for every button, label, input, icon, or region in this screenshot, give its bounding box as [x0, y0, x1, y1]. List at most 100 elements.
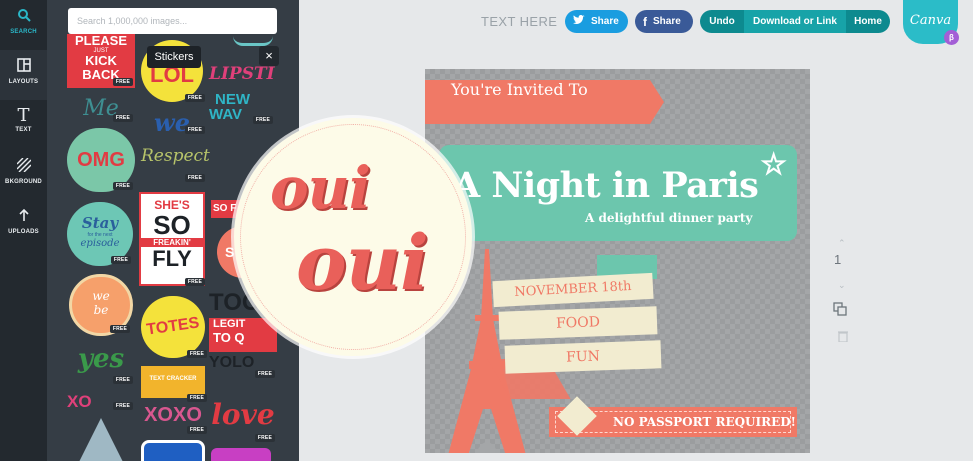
preview-word-2: oui	[296, 218, 429, 307]
free-badge: FREE	[112, 182, 133, 190]
sticker-so-word: SO	[153, 210, 191, 240]
sticker-yolo[interactable]: YOLO FREE	[209, 354, 277, 378]
facebook-share-label: Share	[653, 16, 681, 27]
free-badge: FREE	[110, 256, 131, 264]
sticker-lipstick-text: LIPSTI	[209, 64, 275, 84]
nav-background[interactable]: BKGROUND	[0, 150, 47, 200]
sticker-new-word: NEW	[215, 91, 250, 108]
sticker-xoxo[interactable]: XOXO FREE	[141, 404, 207, 434]
sticker-to-q-word: TO Q	[213, 330, 245, 345]
preview-word-1: oui	[270, 154, 371, 222]
sticker-yes-text: yes	[77, 344, 125, 374]
text-icon: T	[17, 105, 30, 126]
free-badge: FREE	[186, 394, 207, 402]
upload-arrow-icon	[0, 208, 47, 226]
search-icon	[0, 8, 47, 26]
free-badge: FREE	[112, 376, 133, 384]
twitter-bird-icon	[573, 15, 585, 28]
free-badge: FREE	[112, 114, 133, 122]
sticker-please-kick-back[interactable]: PLEASE JUST KICK BACK FREE	[67, 34, 135, 88]
sticker-we-belong-be: be	[93, 303, 109, 317]
sticker-love[interactable]: love FREE	[209, 384, 277, 444]
facebook-share-button[interactable]: f Share	[635, 10, 693, 33]
sticker-yes[interactable]: yes FREE	[67, 344, 135, 384]
free-badge: FREE	[254, 434, 275, 442]
sticker-respect-text: Respect	[141, 146, 210, 166]
nav-text[interactable]: T TEXT	[0, 100, 47, 150]
text-here-label[interactable]: TEXT HERE	[481, 14, 557, 29]
free-badge: FREE	[112, 78, 133, 86]
nav-background-label: BKGROUND	[5, 179, 42, 185]
free-badge: FREE	[184, 278, 205, 286]
nav-layouts-label: LAYOUTS	[8, 79, 39, 85]
canva-logo-text: Canva	[909, 13, 952, 28]
oui-oui-sticker-preview[interactable]: oui oui	[234, 118, 472, 356]
twitter-share-button[interactable]: Share	[565, 10, 628, 33]
home-label: Home	[854, 16, 882, 27]
free-badge: FREE	[186, 426, 207, 434]
undo-button[interactable]: Undo	[700, 10, 744, 33]
sticker-we[interactable]: we FREE	[141, 108, 205, 137]
nav-uploads-label: UPLOADS	[8, 229, 39, 235]
stickers-tooltip: Stickers	[147, 46, 201, 68]
nav-layouts[interactable]: LAYOUTS	[0, 50, 47, 100]
sticker-blue-badge[interactable]	[141, 440, 205, 461]
sticker-we-belong[interactable]: we be FREE	[69, 274, 133, 336]
sticker-legit[interactable]: LEGIT TO Q	[209, 318, 277, 352]
sticker-xoxo-text: XOXO	[144, 404, 202, 426]
image-search-input[interactable]	[68, 8, 277, 34]
facebook-icon: f	[643, 14, 647, 29]
twitter-share-label: Share	[591, 16, 619, 27]
canva-editor: SEARCH LAYOUTS T TEXT BKGROUND UPLOADS S…	[0, 0, 973, 461]
sticker-please-word: PLEASE	[74, 33, 127, 48]
fun-banner[interactable]: FUN	[504, 340, 662, 374]
sticker-shes-so-fly[interactable]: SHE'S SO FREAKIN' FLY FREE	[139, 192, 205, 286]
sticker-stay-word: Stay	[81, 214, 119, 232]
sticker-omg[interactable]: OMG FREE	[67, 128, 135, 192]
script-blue-stroke	[233, 36, 273, 46]
move-down-icon[interactable]: ⌄	[838, 280, 848, 290]
free-badge: FREE	[252, 116, 273, 124]
sticker-new-wave[interactable]: NEW WAV FREE	[209, 92, 277, 126]
sticker-me[interactable]: Me FREE	[67, 96, 135, 122]
design-page[interactable]: You're Invited To ★ A Night in Paris A d…	[425, 69, 810, 453]
sticker-purple[interactable]	[211, 448, 271, 461]
download-link-button[interactable]: Download or Link	[744, 10, 846, 33]
sticker-fly-word: FLY	[152, 246, 192, 271]
sticker-respect[interactable]: Respect FREE	[141, 140, 210, 184]
sticker-text-cracker[interactable]: TEXT CRACKER FREE	[141, 366, 207, 402]
star-icon[interactable]: ★	[761, 148, 786, 180]
free-badge: FREE	[184, 94, 205, 102]
nav-search-label: SEARCH	[10, 29, 37, 35]
sticker-triangle[interactable]	[79, 418, 123, 461]
free-badge: FREE	[186, 350, 207, 358]
download-label: Download or Link	[753, 16, 837, 27]
layouts-icon	[0, 58, 47, 76]
sticker-love-text: love	[211, 398, 275, 431]
sticker-stay-episode: episode	[80, 238, 120, 249]
sticker-stay[interactable]: Stay for the next episode FREE	[67, 202, 133, 266]
nav-search[interactable]: SEARCH	[0, 0, 47, 50]
footer-text[interactable]: NO PASSPORT REQUIRED!	[613, 415, 796, 429]
invited-text[interactable]: You're Invited To	[451, 80, 588, 99]
free-badge: FREE	[112, 402, 133, 410]
free-badge: FREE	[254, 370, 275, 378]
copy-page-icon[interactable]	[833, 302, 849, 318]
home-button[interactable]: Home	[846, 10, 890, 33]
move-up-icon[interactable]: ⌃	[838, 238, 848, 248]
delete-page-icon[interactable]	[838, 330, 848, 343]
event-title[interactable]: A Night in Paris	[453, 165, 759, 206]
sticker-totes[interactable]: TOTES FREE	[141, 296, 207, 358]
close-icon: ×	[265, 48, 273, 63]
sticker-lipstick[interactable]: LIPSTI	[209, 64, 277, 90]
close-panel-button[interactable]: ×	[259, 46, 279, 66]
sticker-xo[interactable]: XO FREE	[67, 392, 135, 414]
free-badge: FREE	[184, 126, 205, 134]
event-subtitle[interactable]: A delightful dinner party	[585, 211, 752, 225]
free-badge: FREE	[184, 174, 205, 182]
background-pattern-icon	[0, 157, 47, 176]
nav-uploads[interactable]: UPLOADS	[0, 200, 47, 250]
left-nav: SEARCH LAYOUTS T TEXT BKGROUND UPLOADS	[0, 0, 47, 461]
food-banner[interactable]: FOOD	[498, 306, 658, 340]
sticker-we-belong-we: we	[92, 289, 110, 303]
